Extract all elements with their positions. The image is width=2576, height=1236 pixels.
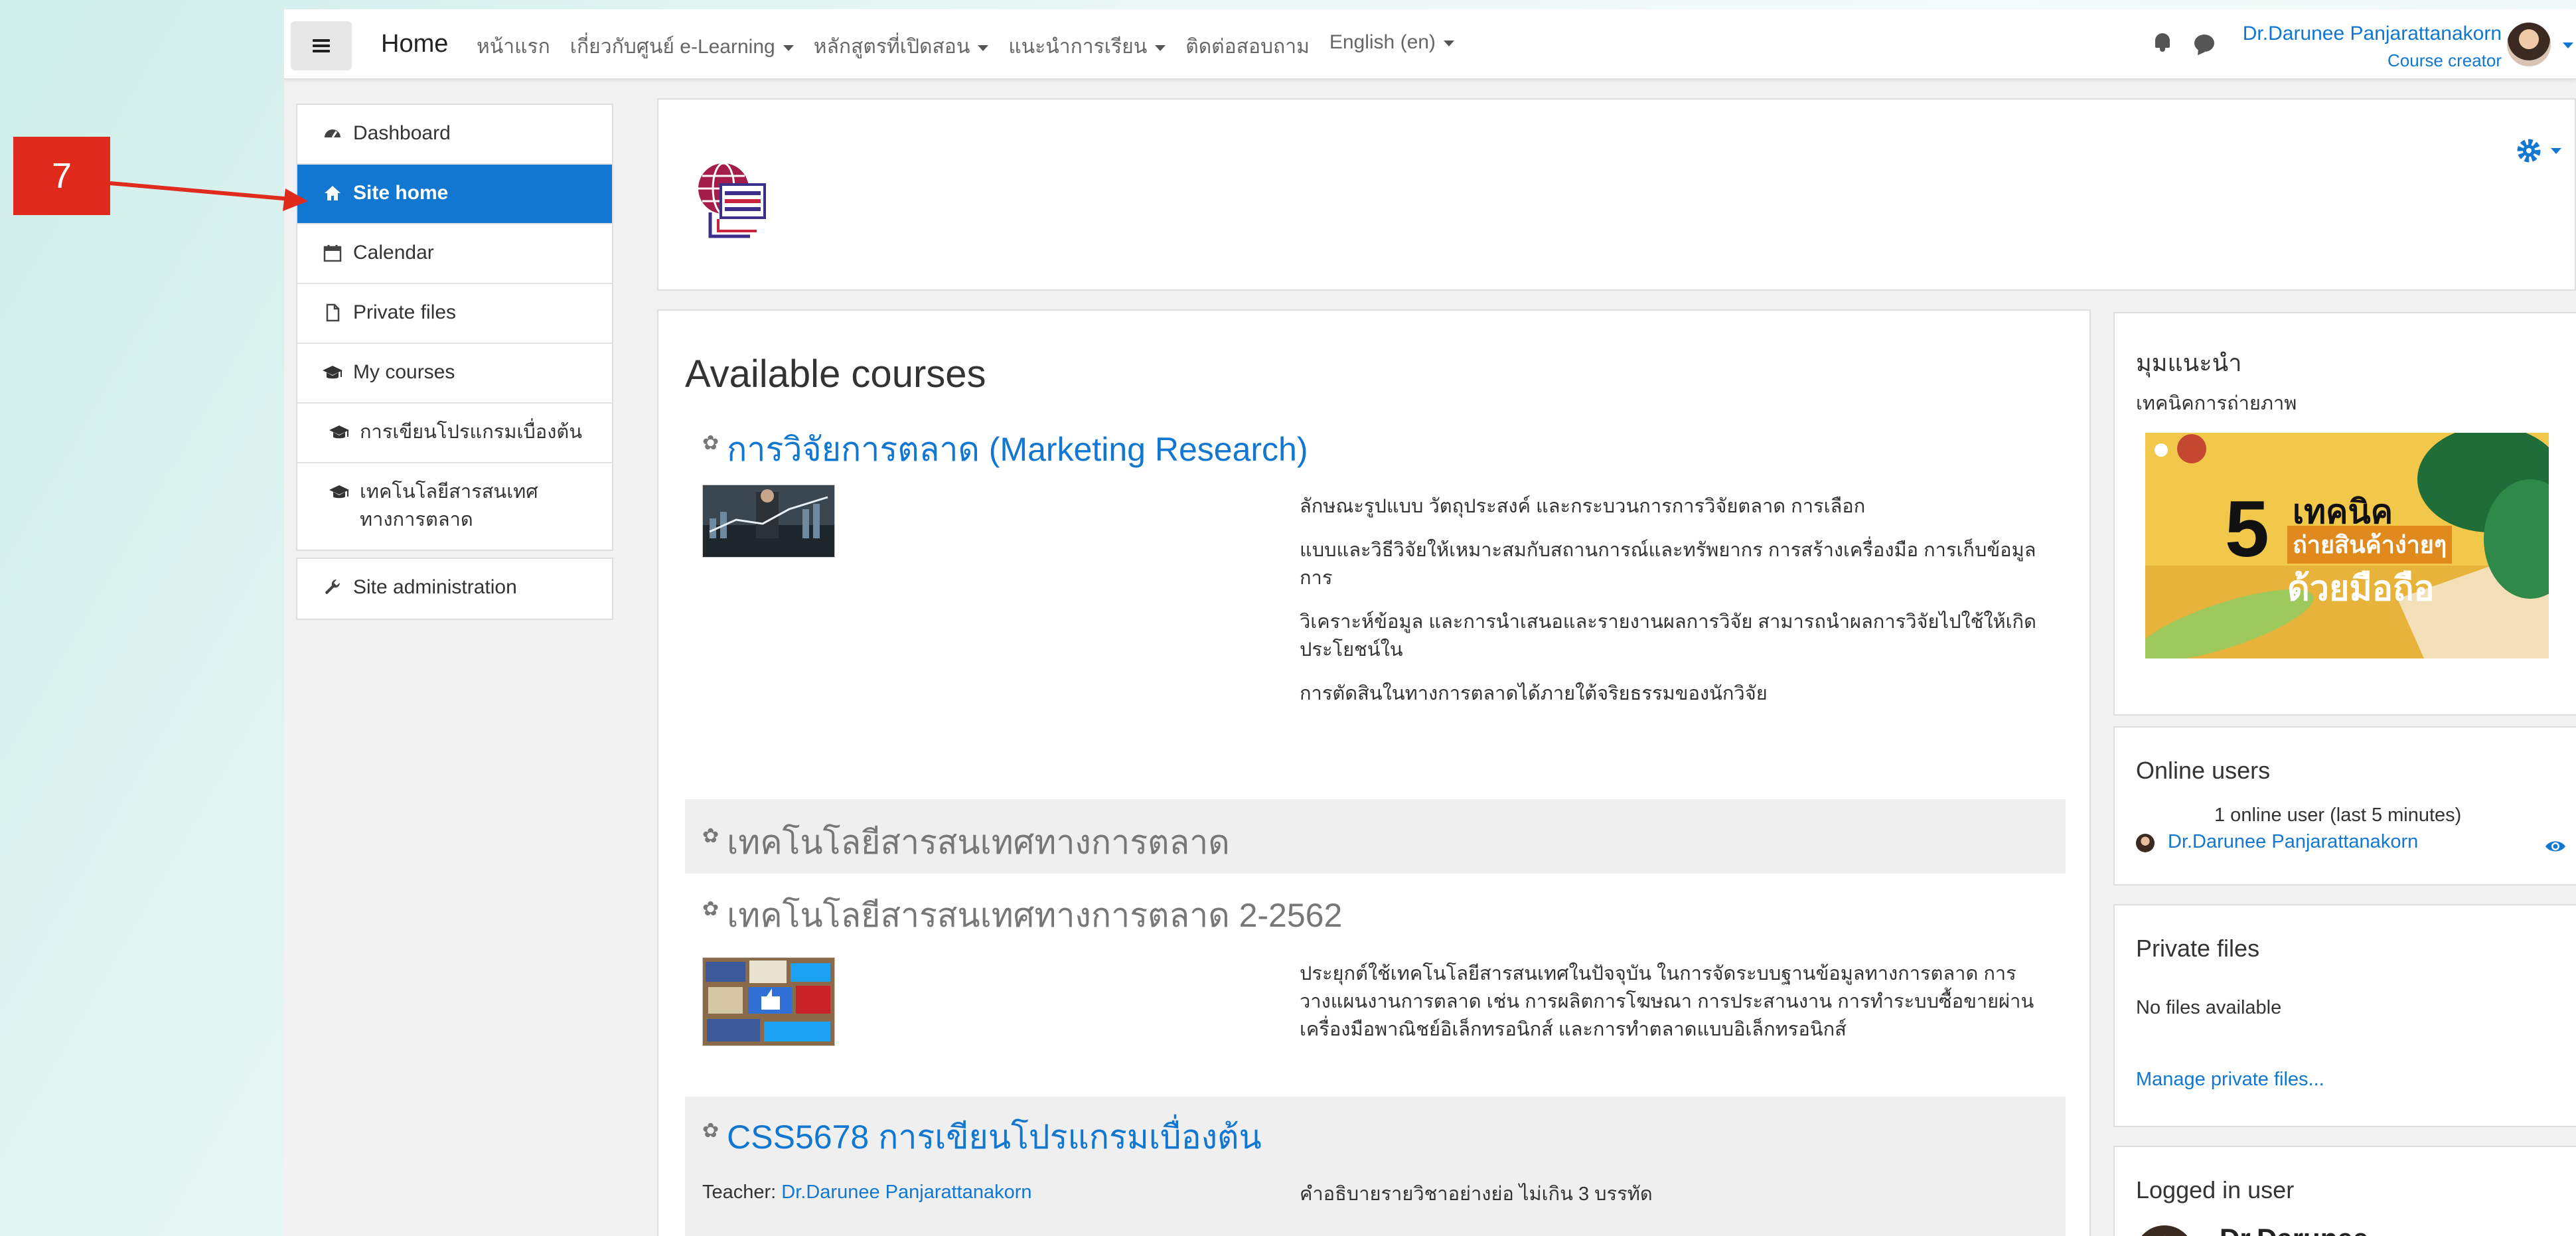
- graduation-cap-icon: [328, 481, 350, 503]
- sidebar-item-dashboard[interactable]: Dashboard: [297, 105, 612, 165]
- course-summary: คำอธิบายรายวิชาอย่างย่อ ไม่เกิน 3 บรรทัด: [1300, 1184, 1653, 1205]
- menu-item-guide[interactable]: แนะนำการเรียน: [1008, 31, 1166, 62]
- block-private-files: Private files No files available Manage …: [2113, 904, 2576, 1127]
- course-icon: ✿: [702, 432, 720, 454]
- course-box: ✿ CSS5678 การเขียนโปรแกรมเบื่องต้น Teache…: [685, 1097, 2066, 1236]
- annotation-arrow: [110, 181, 308, 211]
- caret-down-icon: [783, 44, 794, 51]
- page-title: Available courses: [685, 352, 986, 396]
- settings-menu[interactable]: [2514, 135, 2561, 166]
- course-summary: ประยุกต์ใช้เทคโนโลยีสารสนเทศในปัจจุบัน ใ…: [1300, 963, 2034, 1040]
- chat-icon[interactable]: [2194, 35, 2214, 52]
- file-icon: [321, 301, 344, 324]
- nav-drawer: Dashboard Site home Calendar Private fil…: [296, 104, 613, 627]
- banner-line3: ด้วยมือถือ: [2287, 570, 2435, 608]
- teacher-link[interactable]: Dr.Darunee Panjarattanakorn: [781, 1182, 1031, 1203]
- course-box: ✿ เทคโนโลยีสารสนเทศทางการตลาด 2-2562 ประย…: [685, 874, 2066, 1073]
- caret-down-icon[interactable]: [2563, 42, 2573, 48]
- course-title-link[interactable]: ✿ CSS5678 การเขียนโปรแกรมเบื่องต้น: [702, 1111, 1262, 1164]
- avatar: [2135, 1225, 2194, 1236]
- course-title-link[interactable]: ✿ การวิจัยการตลาด (Marketing Research): [702, 424, 1308, 476]
- sidebar-item-course-it-marketing[interactable]: เทคโนโลยีสารสนเทศทางการตลาด: [297, 463, 612, 550]
- course-title-link[interactable]: ✿ เทคโนโลยีสารสนเทศทางการตลาด: [702, 816, 1230, 869]
- caret-down-icon: [1155, 44, 1166, 51]
- sidebar-item-private-files[interactable]: Private files: [297, 284, 612, 344]
- block-online-users: Online users 1 online user (last 5 minut…: [2113, 726, 2576, 886]
- wrench-icon: [321, 576, 344, 599]
- language-menu[interactable]: English (en): [1329, 31, 1454, 62]
- eye-icon[interactable]: [2545, 839, 2566, 854]
- banner-line2: ถ่ายสินค้าง่ายๆ: [2287, 526, 2453, 564]
- graduation-cap-icon: [328, 421, 350, 443]
- caret-down-icon: [1443, 40, 1454, 46]
- home-icon: [321, 182, 344, 204]
- graduation-cap-icon: [321, 361, 344, 384]
- block-featured: มุมแนะนำ เทคนิคการถ่ายภาพ 5 เทคนิค ถ่ายส…: [2113, 312, 2576, 716]
- page-header: [657, 98, 2576, 291]
- site-logo: [698, 162, 766, 238]
- bell-icon[interactable]: [2153, 32, 2172, 52]
- menu-item-home-th[interactable]: หน้าแรก: [477, 31, 550, 62]
- online-user-link[interactable]: Dr.Darunee Panjarattanakorn: [2168, 831, 2418, 853]
- course-image-business: [702, 485, 835, 558]
- menu-item-programs[interactable]: หลักสูตรที่เปิดสอน: [814, 31, 989, 62]
- menu-item-about[interactable]: เกี่ยวกับศูนย์ e-Learning: [570, 31, 794, 62]
- caret-down-icon: [978, 44, 989, 51]
- gear-icon: [2517, 139, 2541, 163]
- brand-home-link[interactable]: Home: [381, 30, 448, 58]
- course-icon: ✿: [702, 1120, 720, 1142]
- logged-in-user-name[interactable]: Dr.Darunee: [2220, 1223, 2368, 1236]
- calendar-icon: [321, 242, 344, 264]
- user-role: Course creator: [2387, 50, 2502, 70]
- top-navbar: Home หน้าแรก เกี่ยวกับศูนย์ e-Learning ห…: [284, 9, 2576, 80]
- tachometer-icon: [321, 122, 344, 145]
- user-menu-name[interactable]: Dr.Darunee Panjarattanakorn: [2243, 23, 2502, 45]
- block-logged-in-user: Logged in user Dr.Darunee: [2113, 1146, 2576, 1236]
- course-title-link[interactable]: ✿ เทคโนโลยีสารสนเทศทางการตลาด 2-2562: [702, 889, 1342, 942]
- nav-drawer-main: Dashboard Site home Calendar Private fil…: [296, 104, 613, 551]
- course-icon: ✿: [702, 898, 720, 920]
- course-box: ✿ เทคโนโลยีสารสนเทศทางการตลาด: [685, 799, 2066, 874]
- sidebar-item-course-programming[interactable]: การเขียนโปรแกรมเบื่องต้น: [297, 404, 612, 463]
- featured-banner[interactable]: 5 เทคนิค ถ่ายสินค้าง่ายๆ ด้วยมือถือ: [2145, 433, 2549, 658]
- annotation-step-label: 7: [13, 137, 110, 215]
- online-user-avatar: [2136, 834, 2155, 852]
- caret-down-icon: [2551, 147, 2561, 154]
- course-box: ✿ การวิจัยการตลาด (Marketing Research) ลั…: [685, 410, 2066, 716]
- custom-menu: หน้าแรก เกี่ยวกับศูนย์ e-Learning หลักสู…: [477, 31, 1454, 62]
- avatar[interactable]: [2507, 23, 2551, 66]
- moodle-page: Home หน้าแรก เกี่ยวกับศูนย์ e-Learning ห…: [284, 9, 2576, 1236]
- sidebar-item-site-admin[interactable]: Site administration: [297, 559, 612, 619]
- sidebar-item-site-home[interactable]: Site home: [297, 165, 612, 224]
- hamburger-icon[interactable]: [291, 21, 352, 70]
- sidebar-item-calendar[interactable]: Calendar: [297, 224, 612, 284]
- available-courses-region: Available courses ✿ การวิจัยการตลาด (Mark…: [657, 309, 2091, 1236]
- manage-private-files-link[interactable]: Manage private files...: [2136, 1069, 2324, 1091]
- banner-number: 5: [2225, 485, 2269, 574]
- course-teacher: Teacher: Dr.Darunee Panjarattanakorn: [702, 1182, 1032, 1203]
- course-icon: ✿: [702, 825, 720, 847]
- menu-item-contact[interactable]: ติดต่อสอบถาม: [1185, 31, 1310, 62]
- nav-drawer-admin: Site administration: [296, 558, 613, 620]
- course-summary: ลักษณะรูปแบบ วัตถุประสงค์ และกระบวนการกา…: [1300, 496, 2036, 704]
- sidebar-item-my-courses[interactable]: My courses: [297, 344, 612, 404]
- nav-icons: [2153, 32, 2214, 52]
- course-image-social-media: [702, 957, 835, 1046]
